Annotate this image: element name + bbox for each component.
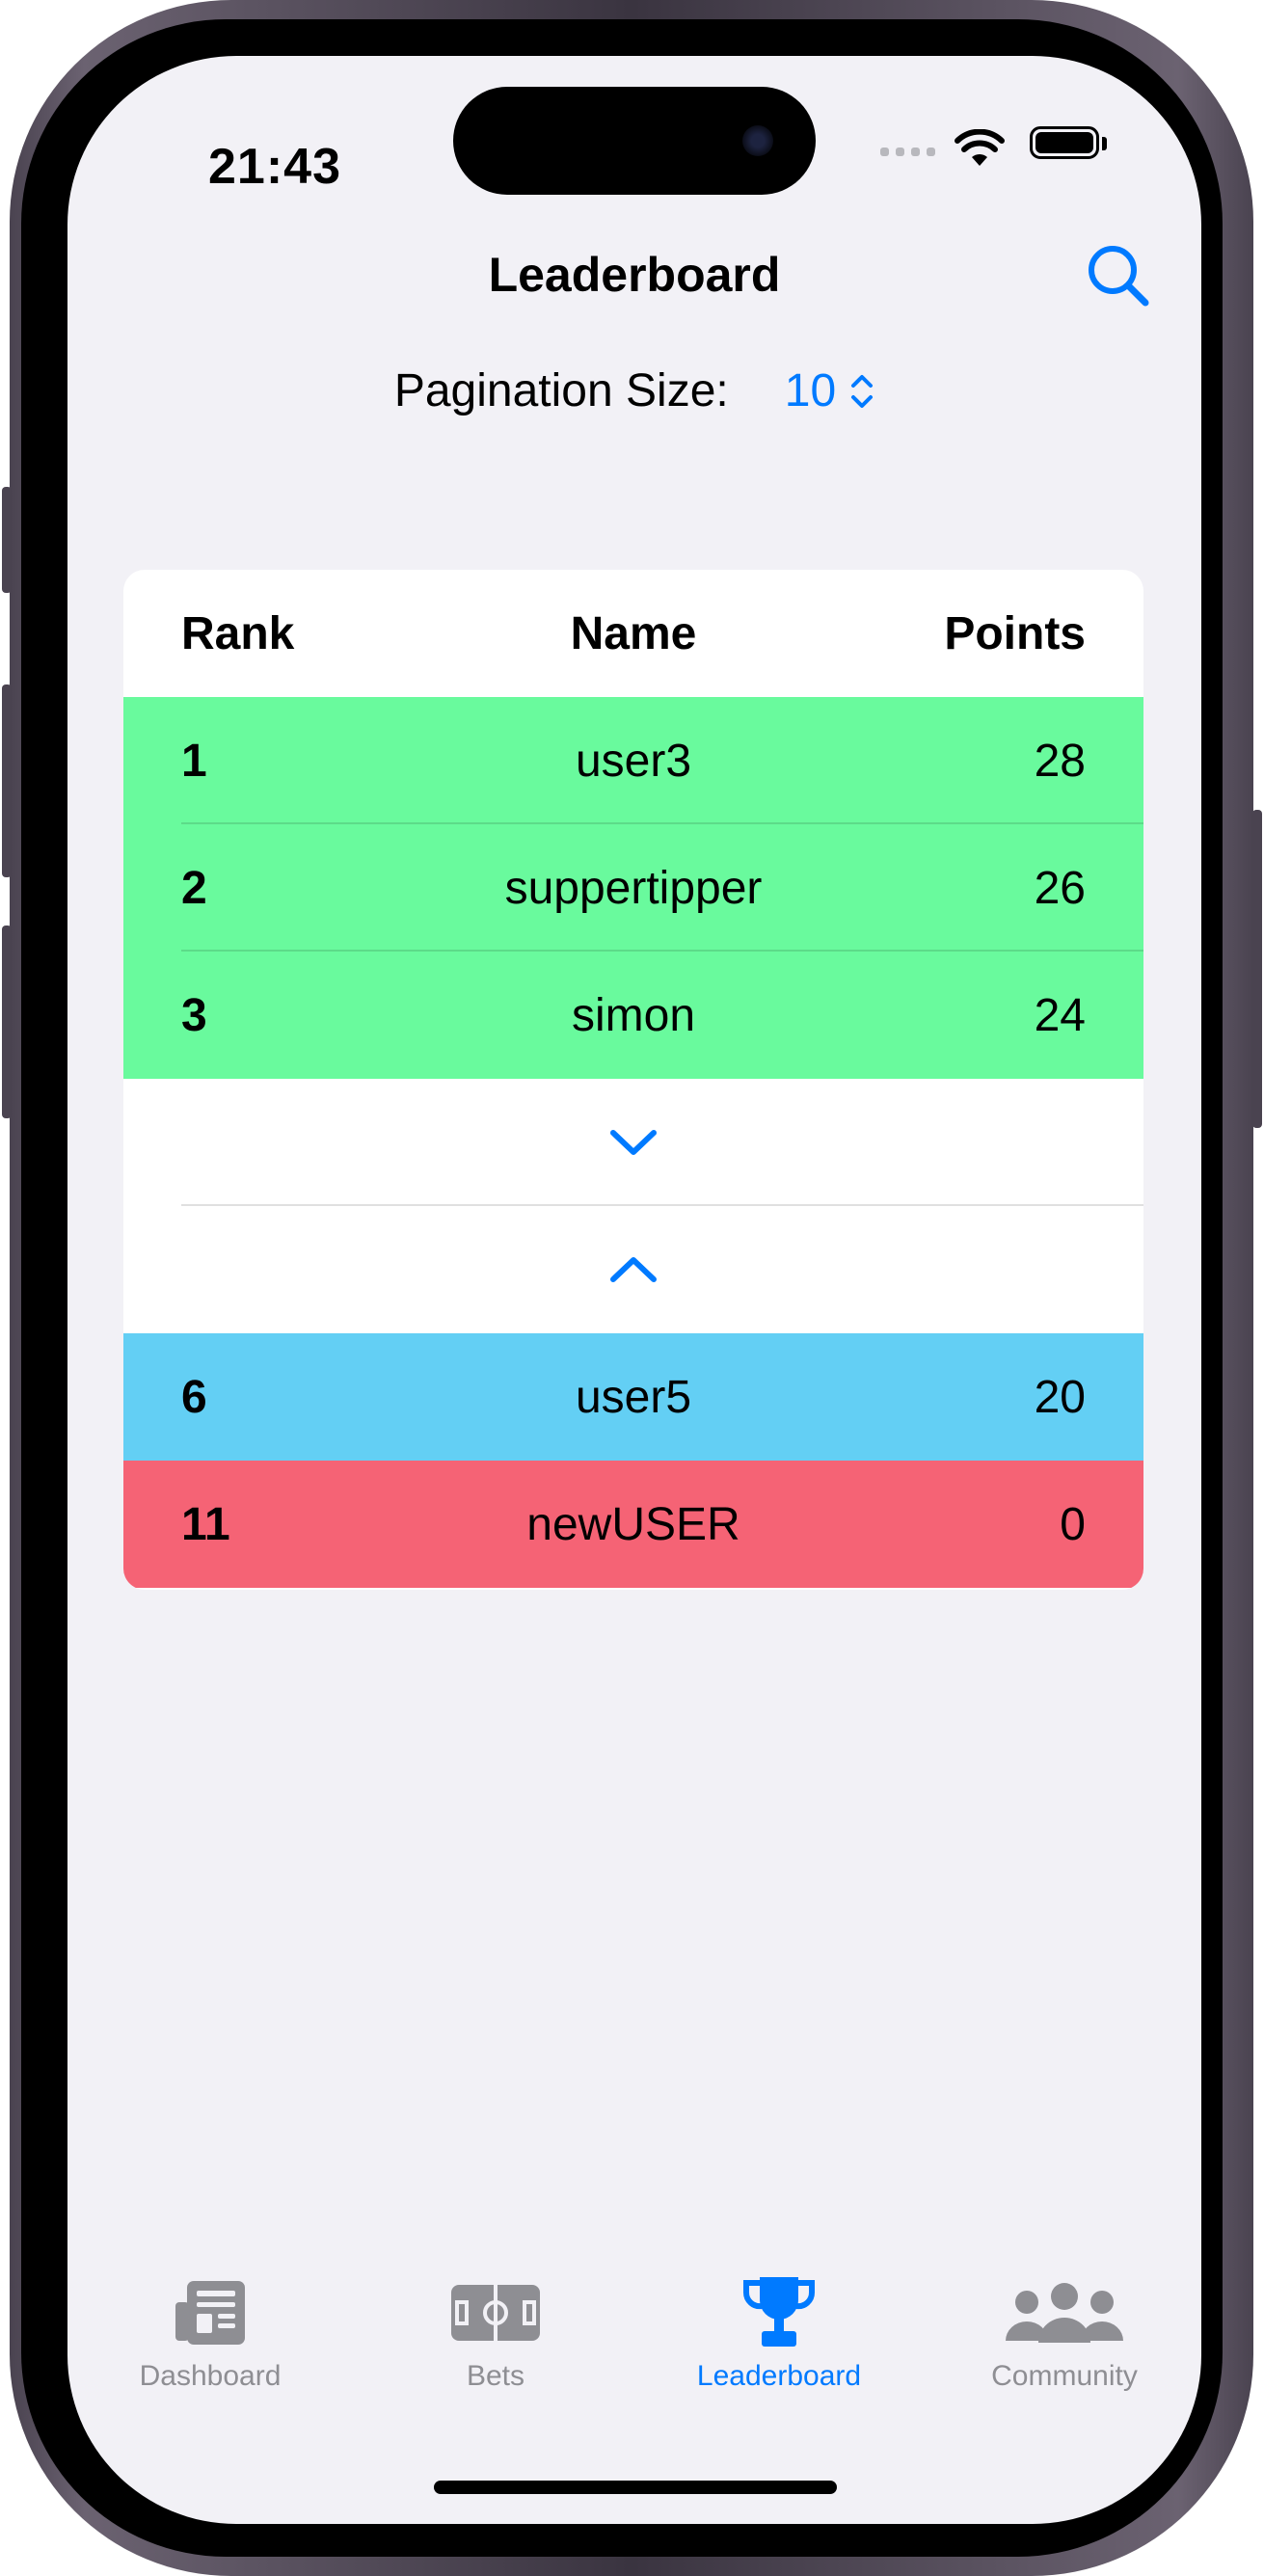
tab-label: Dashboard	[139, 2360, 282, 2392]
current-user-row: user5 6 20	[123, 1333, 1143, 1461]
battery-nub	[1102, 137, 1107, 150]
home-indicator[interactable]	[434, 2481, 837, 2494]
row-points: 28	[1034, 735, 1086, 787]
row-points: 24	[1034, 989, 1086, 1041]
tab-label: Bets	[466, 2360, 525, 2392]
pagination-size-row: Pagination Size: 10	[67, 364, 1201, 417]
chevron-up-down-icon	[851, 374, 874, 408]
table-row: user3 1 28	[123, 697, 1143, 824]
row-points: 26	[1034, 862, 1086, 914]
pagination-size-label: Pagination Size:	[393, 365, 729, 416]
table-row: suppertipper 2 26	[123, 824, 1143, 952]
row-points: 20	[1034, 1371, 1086, 1423]
leaderboard-table: Name Rank Points user3 1 28 suppertipper…	[123, 570, 1143, 1590]
people-icon	[1006, 2283, 1123, 2343]
tab-dashboard[interactable]: Dashboard	[85, 2273, 336, 2393]
expand-up-button[interactable]	[123, 1206, 1143, 1333]
row-rank: 6	[181, 1371, 207, 1423]
row-name: newUSER	[526, 1498, 740, 1550]
row-name: simon	[571, 989, 696, 1041]
battery-icon	[1030, 126, 1099, 159]
header-points: Points	[944, 607, 1086, 659]
search-icon[interactable]	[1084, 241, 1153, 310]
screen: 21:43 Leaderboard Pagination Size: 10 Na…	[67, 56, 1201, 2524]
action-button	[2, 487, 12, 593]
tab-bar: Dashboard Bets Leaderboard Community	[67, 2273, 1201, 2447]
tab-community[interactable]: Community	[939, 2273, 1190, 2393]
newspaper-icon	[175, 2281, 245, 2345]
status-time: 21:43	[208, 139, 341, 195]
tab-label: Leaderboard	[696, 2360, 862, 2392]
tab-label: Community	[991, 2360, 1138, 2392]
row-rank: 11	[181, 1498, 230, 1550]
row-name: user3	[575, 735, 692, 787]
page-title: Leaderboard	[488, 248, 781, 302]
last-place-row: newUSER 11 0	[123, 1461, 1143, 1588]
table-header: Name Rank Points	[123, 570, 1143, 697]
row-rank: 3	[181, 989, 207, 1041]
volume-down-button	[2, 926, 12, 1118]
tab-bets[interactable]: Bets	[370, 2273, 621, 2393]
wifi-icon	[955, 129, 1005, 166]
tab-leaderboard[interactable]: Leaderboard	[654, 2273, 904, 2393]
row-points: 0	[1060, 1498, 1086, 1550]
soccer-field-icon	[451, 2285, 540, 2341]
trophy-icon	[742, 2277, 816, 2347]
dynamic-island	[453, 87, 816, 195]
chevron-up-icon	[610, 1257, 657, 1282]
row-name: user5	[575, 1371, 692, 1423]
header-rank: Rank	[181, 607, 295, 659]
pagination-size-value: 10	[784, 365, 837, 416]
expand-down-button[interactable]	[123, 1079, 1143, 1206]
pagination-size-picker[interactable]: 10	[785, 364, 874, 417]
table-row: simon 3 24	[123, 952, 1143, 1079]
row-name: suppertipper	[504, 862, 763, 914]
volume-up-button	[2, 684, 12, 877]
cellular-signal-icon	[880, 148, 935, 156]
row-rank: 1	[181, 735, 207, 787]
power-button	[1252, 810, 1262, 1128]
row-rank: 2	[181, 862, 207, 914]
camera-icon	[742, 125, 773, 156]
chevron-down-icon	[610, 1130, 657, 1155]
